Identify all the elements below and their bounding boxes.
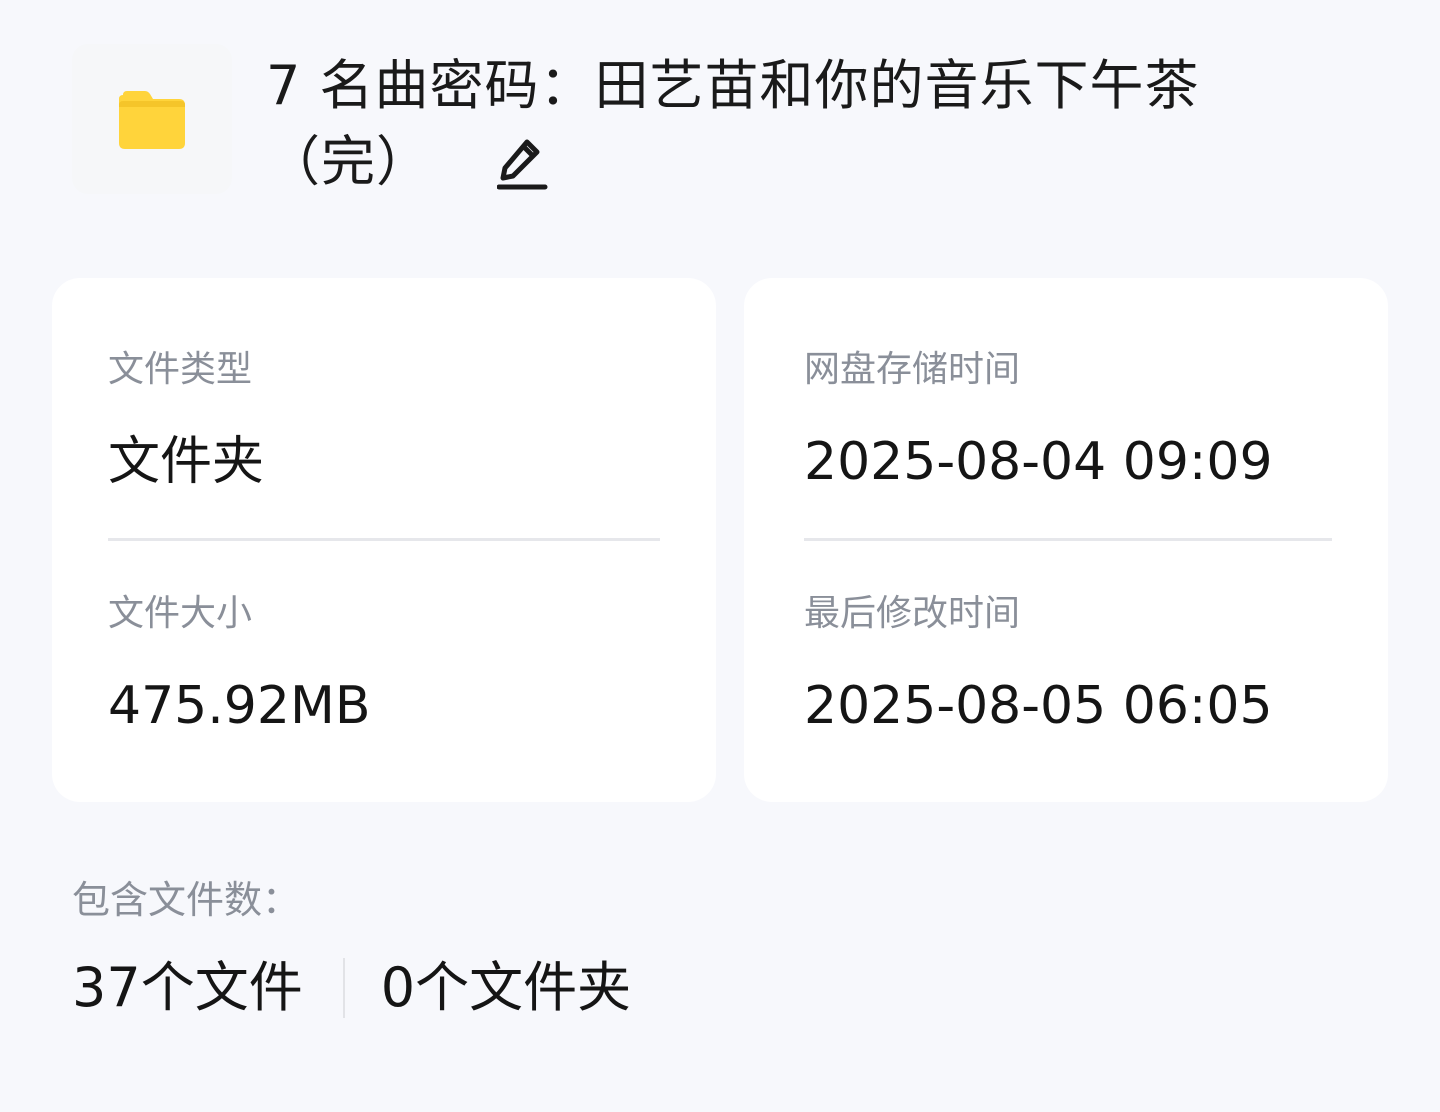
folder-thumbnail (72, 44, 232, 194)
file-details-page: 7 名曲密码：田艺苗和你的音乐下午茶（完） 文件类型 文件夹 文件大小 475.… (0, 0, 1440, 1112)
modified-time-value: 2025-08-05 06:05 (804, 676, 1273, 736)
contains-label: 包含文件数： (72, 878, 301, 922)
divider (804, 538, 1332, 541)
file-type-field: 文件类型 文件夹 (108, 348, 264, 494)
storage-time-field: 网盘存储时间 2025-08-04 09:09 (804, 348, 1273, 494)
file-info-card-left: 文件类型 文件夹 文件大小 475.92MB (52, 278, 716, 802)
modified-time-field: 最后修改时间 2025-08-05 06:05 (804, 592, 1273, 738)
folder-icon (119, 91, 185, 149)
storage-time-value: 2025-08-04 09:09 (804, 432, 1273, 492)
pencil-icon[interactable] (496, 134, 549, 190)
folder-title: 7 名曲密码：田艺苗和你的音乐下午茶（完） (266, 54, 1200, 193)
file-type-value: 文件夹 (108, 432, 265, 492)
contents-count: 37个文件 0个文件夹 (72, 954, 631, 1022)
count-separator (342, 958, 345, 1018)
divider (108, 538, 660, 541)
storage-time-label: 网盘存储时间 (804, 349, 1021, 390)
file-info-card-right: 网盘存储时间 2025-08-04 09:09 最后修改时间 2025-08-0… (744, 278, 1388, 802)
file-size-label: 文件大小 (108, 593, 253, 634)
file-size-field: 文件大小 475.92MB (108, 592, 371, 738)
file-type-label: 文件类型 (108, 349, 253, 390)
file-count: 37个文件 (72, 956, 303, 1019)
folder-count: 0个文件夹 (380, 956, 632, 1019)
modified-time-label: 最后修改时间 (804, 593, 1021, 634)
folder-title-row: 7 名曲密码：田艺苗和你的音乐下午茶（完） (266, 48, 1226, 200)
file-size-value: 475.92MB (108, 676, 371, 736)
